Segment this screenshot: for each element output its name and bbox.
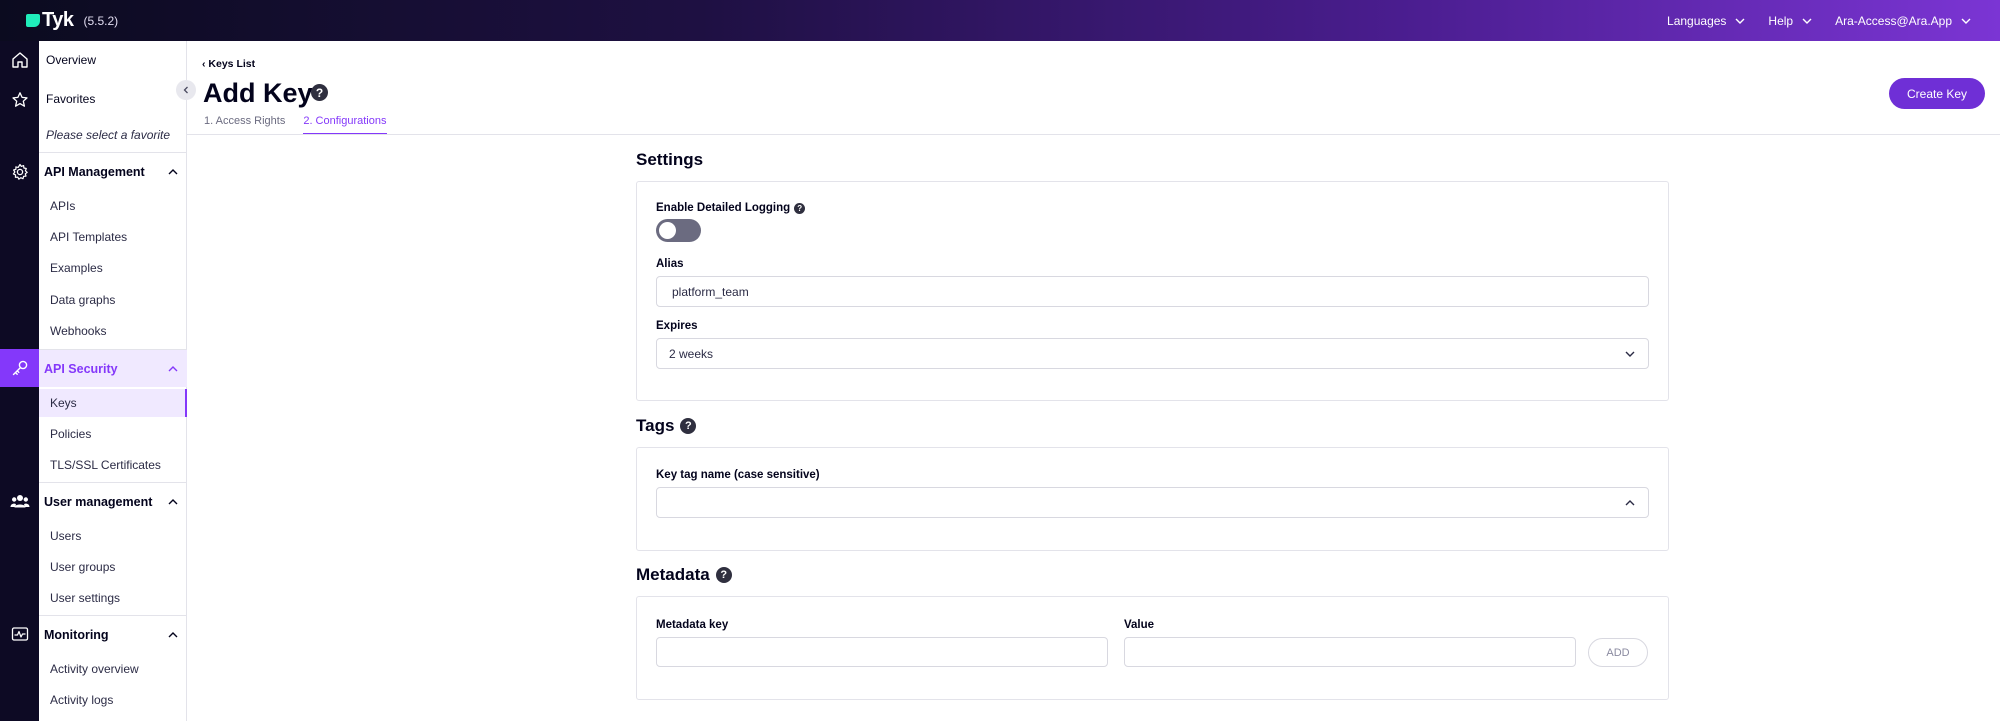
app-version: (5.5.2) [83, 13, 119, 28]
breadcrumb[interactable]: ‹ Keys List [202, 58, 255, 70]
favorites-hint: Please select a favorite [46, 128, 171, 142]
rail-api-management-button[interactable] [0, 153, 39, 191]
chevron-up-icon [168, 168, 178, 174]
sidebar-item-data-graphs[interactable]: Data graphs [39, 286, 187, 314]
detailed-logging-label-text: Enable Detailed Logging [656, 202, 791, 214]
sidebar-item-apis[interactable]: APIs [39, 192, 187, 220]
sidebar-item-policies[interactable]: Policies [39, 420, 187, 448]
chevron-down-icon [1625, 351, 1635, 357]
sidebar-item-webhooks[interactable]: Webhooks [39, 317, 187, 345]
help-icon[interactable]: ? [794, 202, 806, 214]
metadata-value-label: Value [1124, 619, 1155, 631]
help-icon[interactable]: ? [680, 418, 697, 434]
create-key-button[interactable]: Create Key [1889, 78, 1985, 109]
tyk-logo-text: Tyk [42, 9, 74, 31]
chevron-up-icon [168, 498, 178, 504]
top-bar: Tyk (5.5.2) Languages Help Ara-Access@Ar… [0, 0, 2000, 41]
languages-menu[interactable]: Languages [1667, 14, 1746, 28]
rail-api-security-button[interactable] [0, 349, 39, 387]
expires-select[interactable]: 2 weeks [656, 338, 1649, 369]
tyk-logo-mark [26, 14, 40, 27]
sidebar-section-monitoring[interactable]: Monitoring [39, 615, 187, 653]
section-label: User management [44, 494, 153, 509]
sidebar-item-users[interactable]: Users [39, 522, 187, 550]
top-menu: Languages Help Ara-Access@Ara.App [1667, 0, 1972, 41]
sidebar-item-tls-ssl-certificates[interactable]: TLS/SSL Certificates [39, 451, 187, 479]
header-divider [187, 134, 2000, 135]
metadata-key-input[interactable] [656, 637, 1108, 667]
key-tag-label: Key tag name (case sensitive) [656, 469, 820, 481]
key-tag-select[interactable] [656, 487, 1649, 518]
rail-monitoring-button[interactable] [0, 615, 39, 653]
tags-title: Tags ? [636, 416, 697, 436]
add-metadata-button[interactable]: ADD [1588, 638, 1648, 667]
sidebar: Overview Favorites Please select a favor… [39, 41, 187, 721]
tab-configurations[interactable]: 2. Configurations [303, 115, 387, 135]
sidebar-section-api-security[interactable]: API Security [39, 349, 187, 387]
section-label: API Security [44, 361, 118, 376]
tags-title-text: Tags [636, 416, 675, 435]
help-label: Help [1768, 13, 1794, 28]
users-icon [10, 495, 29, 508]
home-icon [11, 52, 28, 68]
sidebar-item-activity-logs[interactable]: Activity logs [39, 686, 187, 714]
alias-input[interactable]: platform_team [656, 276, 1649, 307]
metadata-key-label: Metadata key [656, 619, 729, 631]
chevron-up-icon [1625, 499, 1635, 505]
sidebar-item-user-settings[interactable]: User settings [39, 584, 187, 612]
sidebar-item-api-templates[interactable]: API Templates [39, 223, 187, 251]
help-icon[interactable]: ? [311, 84, 328, 101]
section-label: Monitoring [44, 627, 109, 642]
sidebar-item-examples[interactable]: Examples [39, 254, 187, 282]
metadata-value-input[interactable] [1124, 637, 1576, 667]
chevron-down-icon [1802, 18, 1812, 24]
chevron-up-icon [168, 365, 178, 371]
languages-label: Languages [1667, 13, 1727, 28]
tyk-logo[interactable]: Tyk [26, 9, 74, 32]
sidebar-item-keys[interactable]: Keys [39, 389, 187, 417]
metadata-title-text: Metadata [636, 565, 710, 584]
chevron-down-icon [1735, 18, 1745, 24]
sidebar-item-user-groups[interactable]: User groups [39, 553, 187, 581]
chevron-left-icon [183, 86, 188, 94]
sidebar-item-activity-overview[interactable]: Activity overview [39, 655, 187, 683]
toggle-knob [659, 222, 676, 239]
account-label: Ara-Access@Ara.App [1835, 13, 1952, 28]
gear-icon [12, 163, 28, 180]
sidebar-item-favorites[interactable]: Favorites [46, 92, 95, 106]
expires-label: Expires [656, 320, 698, 332]
sidebar-collapse-button[interactable] [176, 80, 196, 100]
section-label: API Management [44, 164, 145, 179]
alias-value: platform_team [672, 284, 749, 299]
expires-value: 2 weeks [669, 346, 714, 361]
metadata-title: Metadata ? [636, 565, 732, 585]
settings-title-text: Settings [636, 150, 704, 169]
help-menu[interactable]: Help [1768, 14, 1813, 28]
chevron-up-icon [168, 631, 178, 637]
account-menu[interactable]: Ara-Access@Ara.App [1835, 14, 1972, 28]
breadcrumb-keys-list: Keys List [208, 58, 256, 70]
rail-favorites-button[interactable] [0, 81, 39, 119]
alias-label: Alias [656, 258, 684, 270]
help-icon[interactable]: ? [715, 567, 732, 583]
rail-user-management-button[interactable] [0, 482, 39, 520]
activity-monitor-icon [11, 627, 28, 641]
sidebar-item-overview[interactable]: Overview [46, 53, 96, 67]
sidebar-section-api-management[interactable]: API Management [39, 152, 187, 190]
star-icon [11, 92, 28, 107]
tabs: 1. Access Rights 2. Configurations [204, 115, 387, 135]
icon-rail [0, 41, 39, 721]
chevron-down-icon [1961, 18, 1971, 24]
tab-access-rights[interactable]: 1. Access Rights [204, 115, 285, 135]
settings-title: Settings [636, 150, 703, 170]
key-icon [12, 360, 27, 376]
sidebar-section-user-management[interactable]: User management [39, 482, 187, 520]
detailed-logging-label: Enable Detailed Logging ? [656, 202, 806, 214]
page-title: Add Key [203, 78, 313, 108]
detailed-logging-toggle[interactable] [656, 219, 701, 242]
rail-home-button[interactable] [0, 41, 39, 79]
